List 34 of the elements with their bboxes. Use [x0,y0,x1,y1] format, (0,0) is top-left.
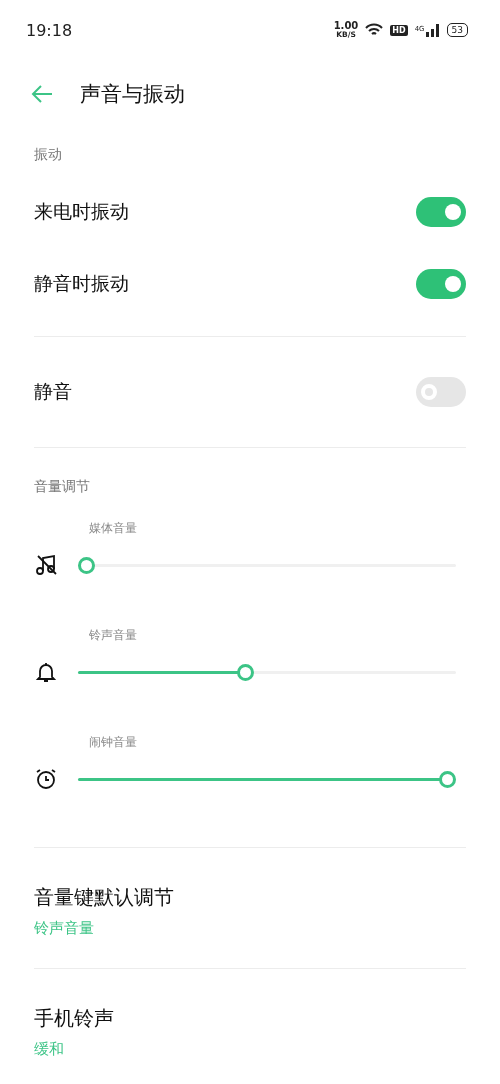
setting-value: 铃声音量 [34,919,95,938]
volume-slider[interactable] [78,663,456,681]
slider-thumb[interactable] [439,770,456,788]
toggle-switch[interactable] [416,197,466,227]
battery-level: 53 [446,23,468,37]
wifi-icon [365,23,384,37]
back-arrow-icon[interactable] [30,84,54,104]
network-speed: 1.00 [333,21,359,32]
volume-slider[interactable] [78,556,456,574]
setting-title: 音量键默认调节 [34,884,175,911]
hd-badge: HD [390,24,408,36]
setting-item[interactable]: 手机铃声 缓和 [34,969,466,1084]
slider-thumb[interactable] [236,663,254,681]
section-heading: 振动 [34,145,63,164]
volume-slider[interactable] [78,770,456,788]
status-time: 19:18 [26,20,73,40]
muted-music-icon [34,553,58,577]
signal-icon [425,23,440,37]
slider-label: 媒体音量 [89,520,138,537]
toggle-switch[interactable] [416,377,466,407]
section-heading: 音量调节 [34,477,91,496]
slider-thumb[interactable] [78,556,95,574]
slider-label: 铃声音量 [89,627,138,644]
bell-icon [34,660,58,684]
setting-value: 缓和 [34,1040,65,1059]
setting-label: 来电时振动 [34,199,129,224]
slider-label: 闹钟音量 [89,734,138,751]
setting-title: 手机铃声 [34,1005,115,1032]
toggle-switch[interactable] [416,269,466,299]
setting-label: 静音时振动 [34,271,129,296]
alarm-clock-icon [34,767,58,791]
setting-item[interactable]: 音量键默认调节 铃声音量 [34,848,466,968]
setting-label: 静音 [34,379,72,404]
page-title: 声音与振动 [80,81,185,108]
